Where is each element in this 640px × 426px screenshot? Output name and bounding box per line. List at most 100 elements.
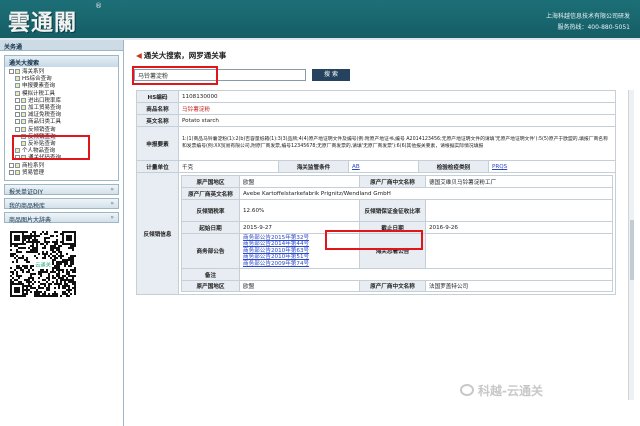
- sidebar-item-label: HS综合查询: [22, 76, 52, 83]
- sidebar-item-label: 模拟计税工具: [22, 90, 56, 97]
- deposit-rate-value: [425, 199, 613, 222]
- sidebar-item[interactable]: 进出口税率库: [9, 97, 114, 105]
- expand-icon[interactable]: [15, 119, 20, 125]
- page-icon: [15, 83, 20, 89]
- sidebar-item[interactable]: 减证免税查询: [9, 112, 114, 119]
- company-name: 上海科越信息技术有限公司研发: [545, 13, 630, 20]
- sidebar-item-label: 反倾销查询: [28, 126, 56, 133]
- folder-icon: [15, 69, 20, 74]
- unit-label: 计量单位: [136, 160, 179, 173]
- folder-icon: [21, 97, 26, 103]
- folder-icon: [21, 119, 26, 125]
- sidebar-panel-label: 报关单证DIY: [9, 189, 44, 197]
- sidebar-item-label: 海关系列: [22, 69, 45, 75]
- inspection-category-link[interactable]: PRQS: [488, 160, 616, 173]
- folder-icon: [21, 105, 26, 111]
- hs-code-label: HS编码: [136, 90, 179, 103]
- origin-value-2: 欧盟: [239, 280, 360, 293]
- mofcom-notice-link[interactable]: 商务部公告2009年第74号: [243, 261, 356, 267]
- end-date-value: 2016-9-26: [425, 221, 613, 234]
- mofcom-notice-label: 商务部公告: [181, 232, 240, 270]
- sidebar-section-header[interactable]: 通关大搜索: [5, 56, 118, 67]
- sidebar-item-label: 商品归类工具: [28, 119, 62, 126]
- sidebar-item-label: 加工贸易查询: [28, 105, 62, 112]
- antidumping-rate-value: 12.60%: [239, 199, 360, 222]
- gac-notice-value: [425, 232, 613, 270]
- page-title-text: 通关大搜索，网罗通关事: [143, 51, 227, 60]
- app-header: 雲通關 ® 上海科越信息技术有限公司研发 服务热线：400-880-5051: [0, 0, 640, 38]
- highlight-search-box: [132, 66, 218, 85]
- sidebar-panel-label: 我的商品税库: [9, 203, 46, 211]
- product-name-label: 商品名称: [136, 102, 179, 115]
- unit-value: 千克: [178, 160, 279, 173]
- origin-label: 原产国地区: [181, 175, 240, 188]
- expand-icon[interactable]: [15, 97, 20, 103]
- sidebar-panel-2[interactable]: 商品图片大辞典 »: [4, 212, 119, 225]
- english-name-value: Potato starch: [178, 114, 616, 127]
- sidebar-item[interactable]: 申报要素查询: [9, 83, 114, 90]
- origin-label-2: 原产国地区: [181, 280, 240, 293]
- start-date-label: 起始日期: [181, 221, 240, 234]
- chevron-icon: »: [110, 214, 114, 222]
- sidebar-item[interactable]: 商品归类工具: [9, 119, 114, 126]
- deposit-rate-label: 反倾销保证金征收比率: [359, 199, 426, 222]
- qr-label: 云通关: [35, 261, 51, 269]
- chevron-icon: »: [110, 200, 114, 208]
- sidebar-section-search: 通关大搜索 海关系列 HS综合查询 申报要素查询 模拟计税工具 进出口税率库 加工贸易查询…: [4, 55, 119, 182]
- sidebar-panel-1[interactable]: 我的商品税库 »: [4, 198, 119, 211]
- product-name-value: 马铃薯淀粉: [178, 102, 616, 115]
- maker-en-value: Avebe Kartoffelstarkefabrik Prignitz/Wen…: [239, 187, 613, 200]
- page-icon: [15, 76, 20, 82]
- sidebar-item-label: 商检系列: [22, 162, 45, 169]
- folder-icon: [15, 169, 20, 175]
- chevron-icon: »: [110, 186, 114, 194]
- nav-tree: 海关系列 HS综合查询 申报要素查询 模拟计税工具 进出口税率库 加工贸易查询 减证免税查询…: [5, 67, 118, 180]
- customs-condition-label: 海关监管条件: [278, 160, 349, 173]
- sidebar-panel-0[interactable]: 报关单证DIY »: [4, 184, 119, 197]
- remark-value: [239, 268, 613, 282]
- declaration-elements-label: 申报要素: [136, 126, 179, 161]
- expand-icon[interactable]: [15, 105, 20, 111]
- expand-icon[interactable]: [9, 162, 14, 168]
- antidumping-rate-label: 反倾销税率: [181, 199, 240, 222]
- sidebar-item-label: 进出口税率库: [28, 97, 62, 104]
- sidebar-item[interactable]: 模拟计税工具: [9, 90, 114, 98]
- sidebar-item[interactable]: 反倾销查询: [9, 126, 114, 134]
- page-title: ◀ 通关大搜索，网罗通关事: [136, 50, 226, 61]
- sidebar-panel-label: 商品图片大辞典: [9, 217, 52, 225]
- wechat-icon: [460, 384, 474, 396]
- sidebar-item-label: 贸易管理: [22, 169, 45, 176]
- app-logo: 雲通關: [8, 10, 78, 36]
- declaration-elements-value: 1:(1)商品马铃薯淀粉(1):2(b)否容量纸箱(1):3(3)品牌;4(4)…: [178, 126, 616, 161]
- sidebar-item[interactable]: 贸易管理: [9, 169, 114, 177]
- registered-mark: ®: [95, 2, 102, 10]
- speaker-icon: ◀: [136, 51, 142, 60]
- sidebar-item[interactable]: 加工贸易查询: [9, 105, 114, 112]
- service-hotline: 服务热线：400-880-5051: [557, 24, 630, 31]
- highlight-end-date: [325, 230, 423, 250]
- maker-cn-label: 原产厂商中文名称: [359, 175, 426, 188]
- vertical-scrollbar[interactable]: [628, 90, 634, 400]
- maker-en-label: 原产厂商英文名称: [181, 187, 240, 200]
- collapse-icon[interactable]: [15, 126, 20, 132]
- sidebar-title: 关务通: [0, 40, 123, 51]
- sidebar-item-label: 减证免税查询: [28, 112, 62, 119]
- folder-icon: [21, 112, 26, 118]
- customs-condition-link[interactable]: AB: [348, 160, 419, 173]
- remark-label: 备注: [181, 268, 240, 282]
- page-icon: [15, 90, 20, 96]
- expand-icon[interactable]: [15, 112, 20, 118]
- sidebar-item-label: 申报要素查询: [22, 83, 56, 90]
- watermark: 科越-云通关: [478, 384, 543, 398]
- maker-cn-value: 德国艾维贝马铃薯淀粉工厂: [425, 175, 613, 188]
- search-button[interactable]: 搜 索: [312, 69, 350, 81]
- company-info: 上海科越信息技术有限公司研发 服务热线：400-880-5051: [546, 11, 630, 33]
- sidebar-item[interactable]: 商检系列: [9, 162, 114, 170]
- folder-icon: [21, 126, 26, 132]
- collapse-icon[interactable]: [9, 69, 14, 74]
- origin-value: 欧盟: [239, 175, 360, 188]
- expand-icon[interactable]: [9, 169, 14, 175]
- folder-icon: [15, 162, 20, 168]
- english-name-label: 英文名称: [136, 114, 179, 127]
- scroll-thumb[interactable]: [630, 220, 634, 280]
